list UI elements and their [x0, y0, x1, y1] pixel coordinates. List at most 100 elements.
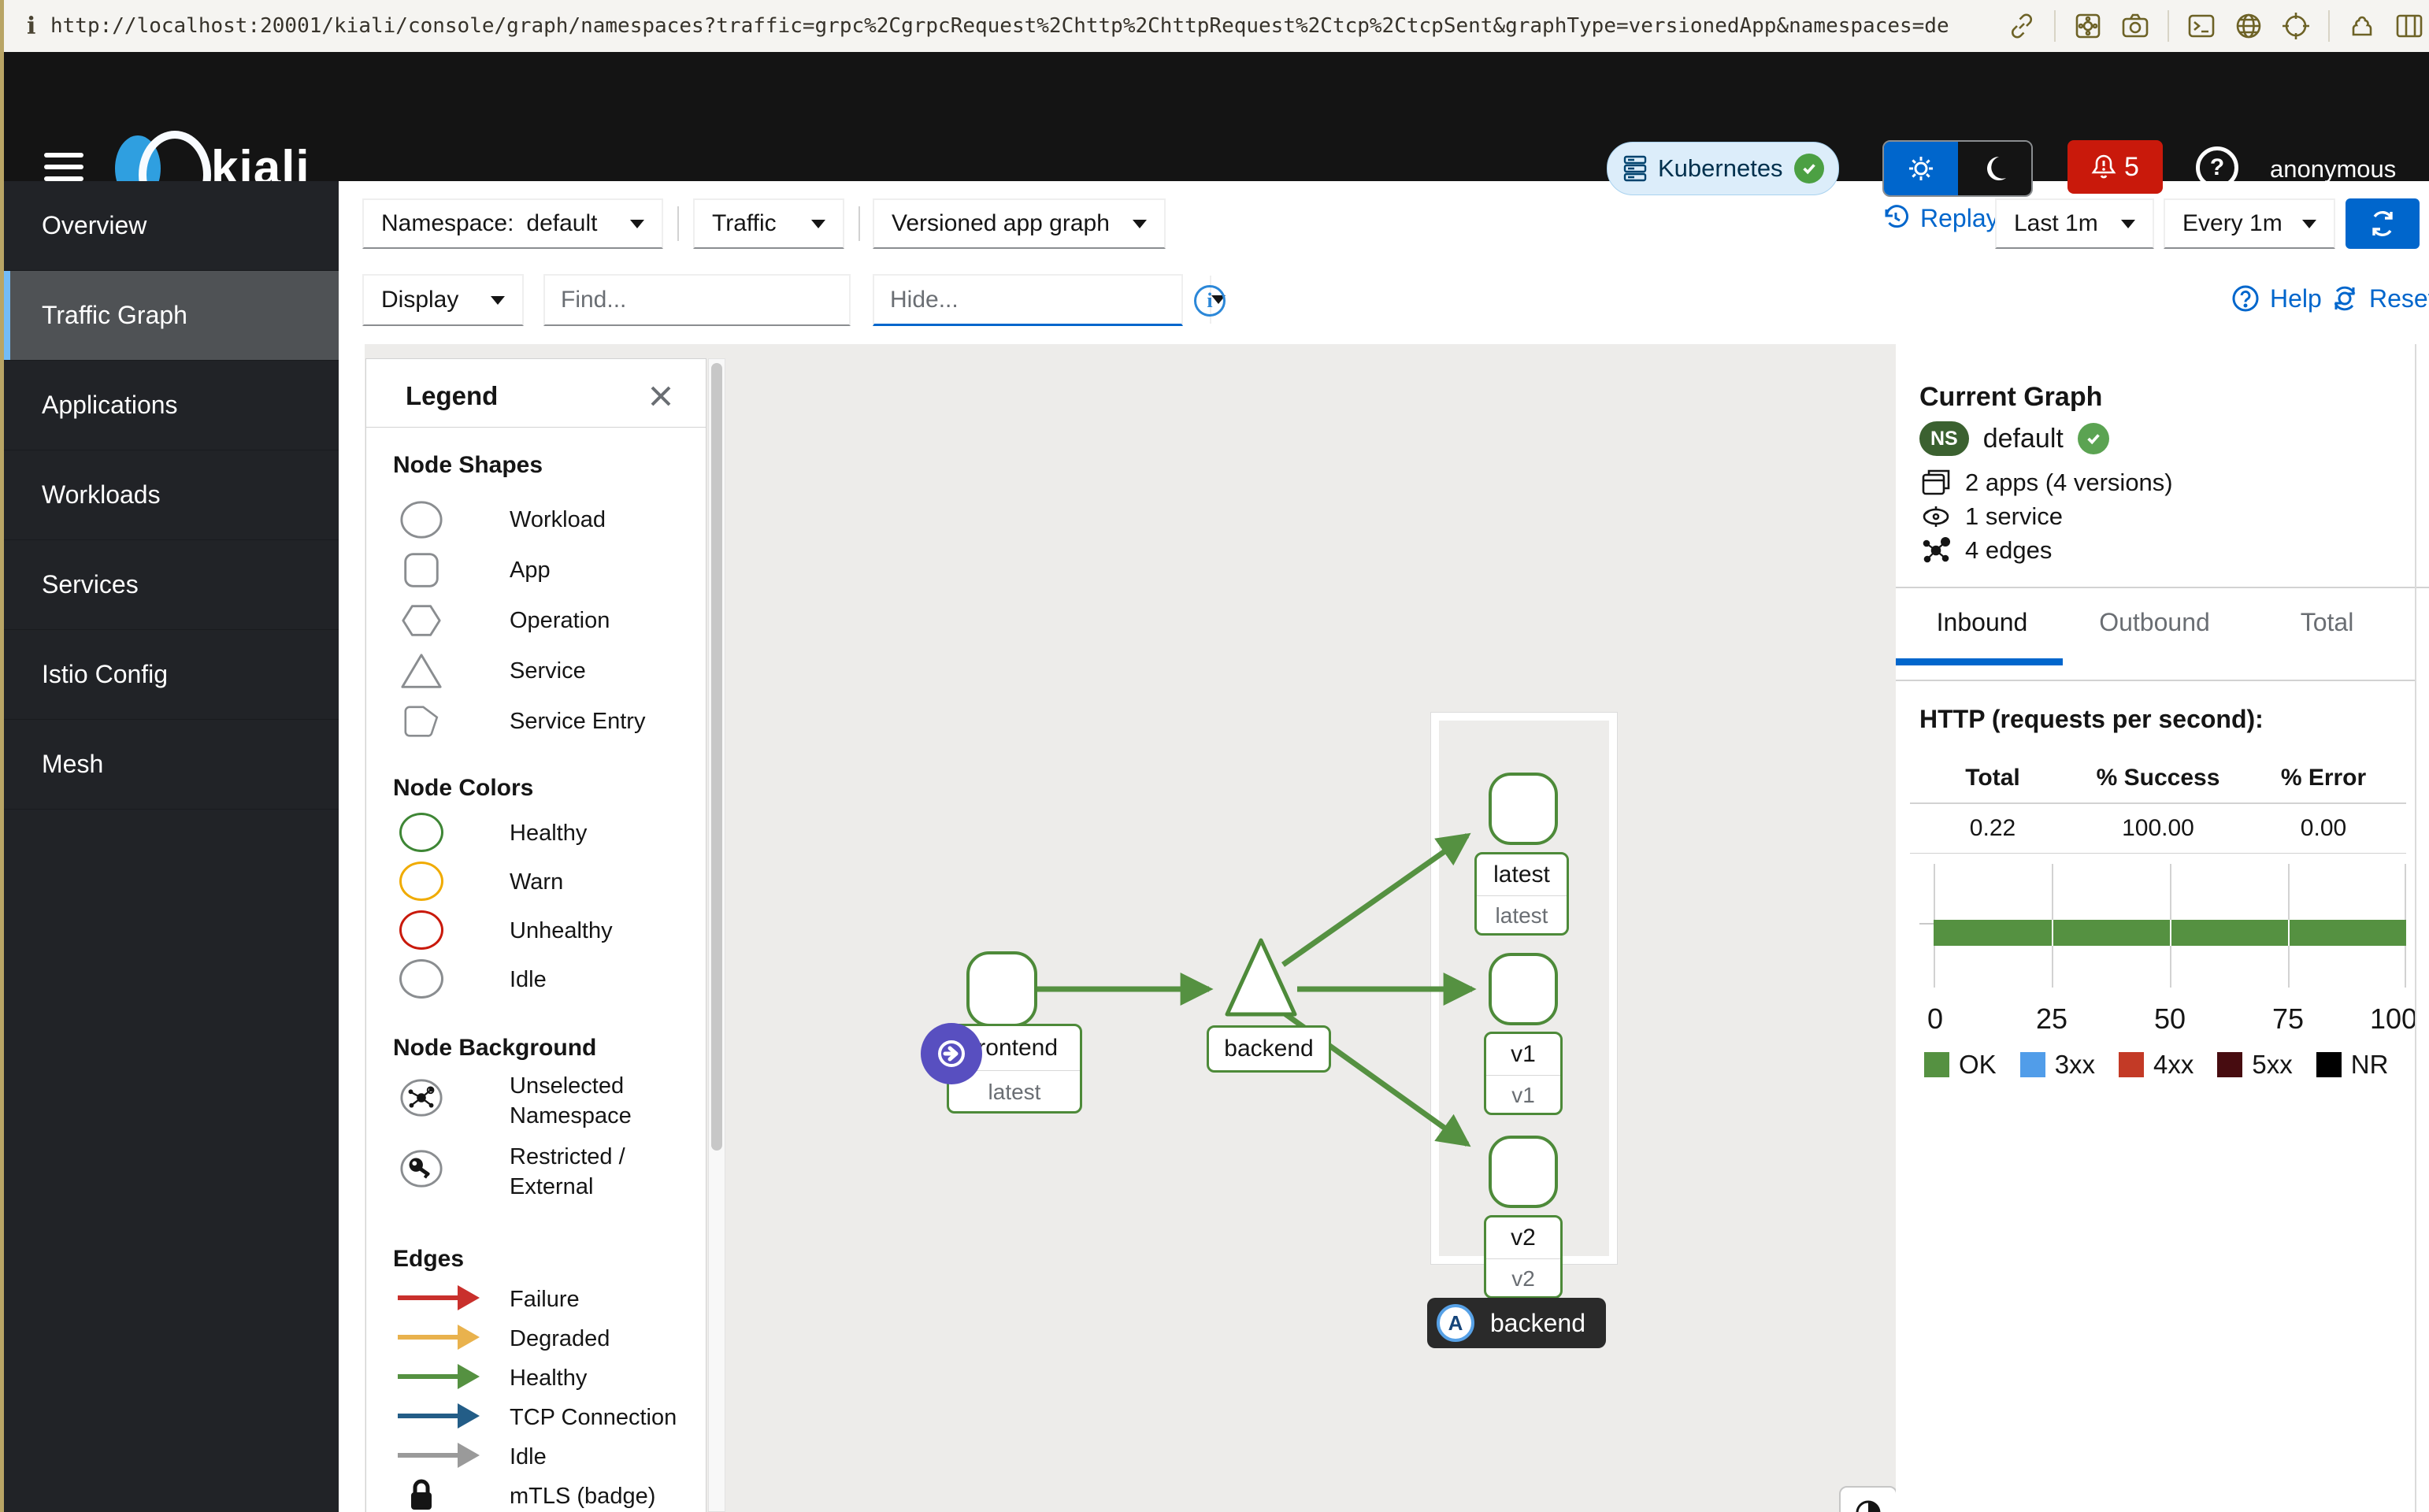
traffic-source-badge	[921, 1023, 982, 1084]
duration-dropdown[interactable]: Last 1m	[1995, 198, 2154, 249]
node-backend-v2[interactable]	[1489, 1136, 1558, 1208]
tab-outbound[interactable]: Outbound	[2068, 591, 2241, 654]
help-link[interactable]: Help	[2231, 284, 2322, 313]
col-header-total: Total	[1965, 765, 2020, 791]
sidebar-item-workloads[interactable]: Workloads	[4, 450, 339, 540]
cluster-badge[interactable]: Kubernetes	[1607, 142, 1839, 195]
masthead: kiali Kubernetes 5 anonymous	[0, 52, 2429, 219]
terminal-icon[interactable]	[2186, 11, 2216, 41]
x-tick-75: 75	[2271, 1002, 2305, 1035]
hide-input[interactable]	[874, 276, 1210, 324]
puzzle-icon[interactable]	[2347, 11, 2377, 41]
graph-contrast-button[interactable]	[1839, 1486, 1896, 1512]
light-theme-button[interactable]	[1884, 142, 1958, 195]
app-shape-icon	[399, 550, 443, 591]
label-backend-group[interactable]: A backend	[1427, 1298, 1606, 1348]
label-latest[interactable]: latest latest	[1474, 852, 1569, 936]
graph-type-dropdown[interactable]: Versioned app graph	[873, 198, 1166, 249]
tab-inbound[interactable]: Inbound	[1896, 591, 2068, 654]
refresh-interval-dropdown[interactable]: Every 1m	[2164, 198, 2335, 249]
sidebar-item-istio-config[interactable]: Istio Config	[4, 630, 339, 720]
toolbar-divider	[858, 206, 860, 241]
label-v1[interactable]: v1 v1	[1484, 1032, 1563, 1115]
namespace-name[interactable]: default	[1983, 424, 2064, 454]
question-circle-icon	[2232, 285, 2259, 312]
toolbar-separator	[2168, 10, 2169, 42]
page-info-icon[interactable]: i	[27, 13, 50, 40]
legend-label: TCP Connection	[510, 1405, 677, 1430]
3xx-swatch	[2019, 1052, 2045, 1077]
x-tick-50: 50	[2153, 1002, 2186, 1035]
sidebar-item-services[interactable]: Services	[4, 540, 339, 630]
history-icon	[1885, 205, 1908, 228]
tcp-edge-icon	[398, 1403, 480, 1429]
healthy-color-icon	[399, 813, 443, 852]
tab-underline	[1896, 680, 2415, 681]
legend-panel: Legend Node Shapes Workload App Operatio…	[365, 358, 706, 1512]
caret-down-icon	[1133, 219, 1147, 228]
duration-value: Last 1m	[2014, 210, 2098, 236]
find-input[interactable]	[545, 276, 881, 324]
toolbar-separator	[2328, 10, 2330, 42]
legend-nr: NR	[2316, 1050, 2388, 1080]
namespace-value: default	[526, 210, 598, 236]
traffic-dropdown[interactable]: Traffic	[693, 198, 844, 249]
sidebar-item-mesh[interactable]: Mesh	[4, 720, 339, 810]
close-icon[interactable]	[647, 383, 674, 410]
alerts-button[interactable]: 5	[2067, 140, 2163, 194]
theme-toggle	[1882, 140, 2033, 197]
display-dropdown[interactable]: Display	[362, 274, 524, 326]
user-name[interactable]: anonymous	[2270, 155, 2396, 183]
globe-icon[interactable]	[2234, 11, 2264, 41]
scrollbar-thumb[interactable]	[711, 363, 722, 1151]
label-v2[interactable]: v2 v2	[1484, 1215, 1563, 1299]
sidebar-item-traffic-graph[interactable]: Traffic Graph	[4, 271, 339, 361]
display-label: Display	[381, 287, 459, 313]
namespace-healthy-check-icon	[2077, 423, 2109, 454]
arrow-right-circle-icon	[938, 1040, 965, 1067]
legend-scrollbar[interactable]	[708, 358, 725, 1512]
legend-ok: OK	[1924, 1050, 1997, 1080]
help-label: Help	[2270, 284, 2322, 313]
tab-total[interactable]: Total	[2241, 591, 2413, 654]
edge-backend-to-latest[interactable]	[1281, 832, 1471, 967]
refresh-interval-value: Every 1m	[2182, 210, 2283, 236]
link-icon[interactable]	[2007, 11, 2037, 41]
legend-node-colors-heading: Node Colors	[393, 775, 534, 801]
sidebar-item-applications[interactable]: Applications	[4, 361, 339, 450]
legend-label: Restricted / External	[510, 1144, 625, 1199]
caret-down-icon	[491, 295, 505, 305]
node-backend-latest[interactable]	[1489, 773, 1558, 845]
node-frontend[interactable]	[966, 951, 1037, 1027]
reset-gear-icon	[2334, 286, 2356, 311]
replay-button[interactable]: Replay	[1881, 203, 1999, 233]
node-backend-v1[interactable]	[1489, 953, 1558, 1025]
topology-icon	[1923, 537, 1950, 563]
side-panel-scrollbar[interactable]	[2415, 344, 2416, 1512]
nav-toggle-hamburger-icon[interactable]	[44, 153, 83, 181]
help-icon[interactable]	[2196, 146, 2238, 189]
label-backend-service[interactable]: backend	[1207, 1025, 1331, 1073]
caret-down-icon	[630, 219, 644, 228]
reset-link[interactable]: Reset	[2330, 284, 2429, 313]
services-stat: 1 service	[1965, 502, 2064, 530]
server-icon	[1623, 155, 1647, 182]
nr-swatch	[2316, 1052, 2342, 1077]
sidebar-item-overview[interactable]: Overview	[4, 181, 339, 271]
camera-icon[interactable]	[2120, 11, 2150, 41]
group-name: backend	[1490, 1308, 1585, 1337]
applications-icon	[1922, 469, 1950, 495]
dark-theme-button[interactable]	[1957, 142, 2031, 195]
extensions-icon[interactable]	[2073, 11, 2103, 41]
label-v1-title: v1	[1511, 1041, 1536, 1067]
namespace-dropdown[interactable]: Namespace: default	[362, 198, 663, 249]
panels-icon[interactable]	[2394, 11, 2424, 41]
http-bar-chart	[1934, 864, 2406, 988]
find-hide-info-icon[interactable]	[1194, 285, 1226, 317]
hide-field	[873, 274, 1226, 326]
refresh-button[interactable]	[2346, 198, 2420, 249]
crosshair-icon[interactable]	[2281, 11, 2311, 41]
node-backend-service[interactable]	[1225, 938, 1297, 1017]
legend-label: Service Entry	[510, 709, 646, 734]
url-text[interactable]: http://localhost:20001/kiali/console/gra…	[50, 14, 1949, 38]
